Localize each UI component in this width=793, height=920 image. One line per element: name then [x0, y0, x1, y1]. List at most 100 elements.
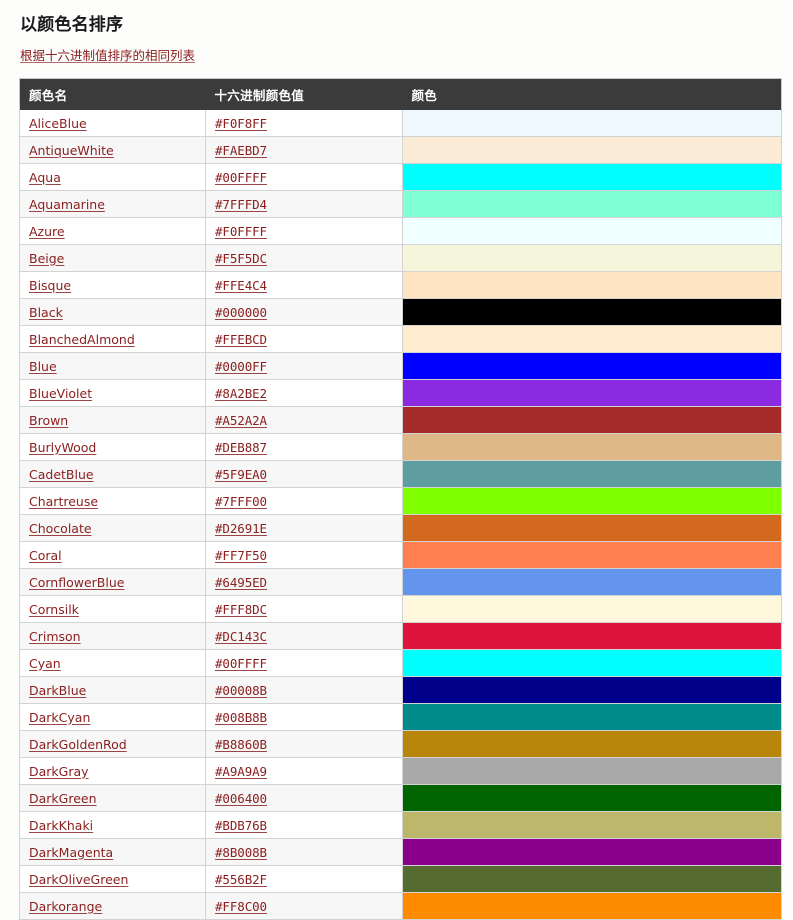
table-row: DarkKhaki #BDB76B	[19, 811, 782, 839]
hex-value-link[interactable]: #7FFFD4	[215, 197, 267, 212]
hex-value-link[interactable]: #FAEBD7	[215, 143, 267, 158]
hex-value-link[interactable]: #BDB76B	[215, 818, 267, 833]
cell-color-swatch	[402, 730, 782, 758]
hex-value-link[interactable]: #DC143C	[215, 629, 267, 644]
color-name-link[interactable]: Chartreuse	[29, 494, 98, 509]
color-swatch	[403, 245, 781, 271]
table-row: DarkGray #A9A9A9	[19, 757, 782, 785]
cell-color-name: CornflowerBlue	[19, 568, 206, 596]
cell-color-swatch	[402, 838, 782, 866]
color-name-link[interactable]: BlanchedAlmond	[29, 332, 135, 347]
cell-hex-value: #00008B	[205, 676, 403, 704]
color-table-container: 颜色名 十六进制颜色值 颜色 AliceBlue #F0F8FF AntiqueWh…	[12, 78, 782, 920]
color-name-link[interactable]: BurlyWood	[29, 440, 96, 455]
hex-value-link[interactable]: #DEB887	[215, 440, 267, 455]
color-swatch	[403, 569, 781, 595]
color-name-link[interactable]: DarkMagenta	[29, 845, 113, 860]
hex-value-link[interactable]: #FF7F50	[215, 548, 267, 563]
table-row: DarkOliveGreen #556B2F	[19, 865, 782, 893]
color-name-link[interactable]: Cyan	[29, 656, 61, 671]
color-name-link[interactable]: Coral	[29, 548, 62, 563]
hex-value-link[interactable]: #8A2BE2	[215, 386, 267, 401]
color-name-link[interactable]: Cornsilk	[29, 602, 79, 617]
color-swatch	[403, 785, 781, 811]
cell-color-name: Chartreuse	[19, 487, 206, 515]
hex-value-link[interactable]: #008B8B	[215, 710, 267, 725]
color-name-link[interactable]: Darkorange	[29, 899, 102, 914]
table-row: Black #000000	[19, 298, 782, 326]
hex-value-link[interactable]: #7FFF00	[215, 494, 267, 509]
hex-value-link[interactable]: #D2691E	[215, 521, 267, 536]
color-name-link[interactable]: DarkBlue	[29, 683, 86, 698]
color-name-link[interactable]: AntiqueWhite	[29, 143, 114, 158]
cell-color-name: DarkMagenta	[19, 838, 206, 866]
color-name-link[interactable]: DarkGray	[29, 764, 89, 779]
hex-value-link[interactable]: #FF8C00	[215, 899, 267, 914]
hex-value-link[interactable]: #B8860B	[215, 737, 267, 752]
hex-value-link[interactable]: #A9A9A9	[215, 764, 267, 779]
table-row: AntiqueWhite #FAEBD7	[19, 136, 782, 164]
hex-value-link[interactable]: #F0FFFF	[215, 224, 267, 239]
table-row: Chartreuse #7FFF00	[19, 487, 782, 515]
cell-hex-value: #000000	[205, 298, 403, 326]
table-row: DarkMagenta #8B008B	[19, 838, 782, 866]
cell-color-name: Cornsilk	[19, 595, 206, 623]
hex-value-link[interactable]: #006400	[215, 791, 267, 806]
color-name-link[interactable]: BlueViolet	[29, 386, 92, 401]
hex-value-link[interactable]: #5F9EA0	[215, 467, 267, 482]
color-name-link[interactable]: Blue	[29, 359, 57, 374]
color-swatch	[403, 326, 781, 352]
color-name-link[interactable]: DarkGoldenRod	[29, 737, 127, 752]
color-name-link[interactable]: Aqua	[29, 170, 61, 185]
hex-value-link[interactable]: #8B008B	[215, 845, 267, 860]
color-name-link[interactable]: Beige	[29, 251, 64, 266]
color-name-link[interactable]: Aquamarine	[29, 197, 105, 212]
cell-color-swatch	[402, 433, 782, 461]
cell-color-swatch	[402, 757, 782, 785]
hex-value-link[interactable]: #A52A2A	[215, 413, 267, 428]
hex-value-link[interactable]: #F0F8FF	[215, 116, 267, 131]
color-name-link[interactable]: DarkCyan	[29, 710, 90, 725]
table-row: Aqua #00FFFF	[19, 163, 782, 191]
color-name-link[interactable]: CornflowerBlue	[29, 575, 124, 590]
color-name-link[interactable]: Chocolate	[29, 521, 92, 536]
table-row: Bisque #FFE4C4	[19, 271, 782, 299]
color-name-link[interactable]: DarkGreen	[29, 791, 97, 806]
hex-value-link[interactable]: #6495ED	[215, 575, 267, 590]
hex-value-link[interactable]: #556B2F	[215, 872, 267, 887]
color-swatch	[403, 623, 781, 649]
hex-value-link[interactable]: #F5F5DC	[215, 251, 267, 266]
color-name-link[interactable]: DarkKhaki	[29, 818, 93, 833]
cell-hex-value: #FF7F50	[205, 541, 403, 569]
hex-value-link[interactable]: #00FFFF	[215, 170, 267, 185]
hex-value-link[interactable]: #00008B	[215, 683, 267, 698]
color-name-link[interactable]: CadetBlue	[29, 467, 94, 482]
hex-value-link[interactable]: #FFEBCD	[215, 332, 267, 347]
cell-color-swatch	[402, 622, 782, 650]
cell-color-swatch	[402, 514, 782, 542]
color-name-link[interactable]: DarkOliveGreen	[29, 872, 128, 887]
table-row: Blue #0000FF	[19, 352, 782, 380]
cell-hex-value: #8B008B	[205, 838, 403, 866]
hex-value-link[interactable]: #00FFFF	[215, 656, 267, 671]
table-row: DarkGreen #006400	[19, 784, 782, 812]
table-row: Coral #FF7F50	[19, 541, 782, 569]
sort-by-hex-link[interactable]: 根据十六进制值排序的相同列表	[20, 48, 195, 63]
hex-value-link[interactable]: #0000FF	[215, 359, 267, 374]
cell-color-name: AliceBlue	[19, 110, 206, 137]
cell-color-name: Beige	[19, 244, 206, 272]
color-name-link[interactable]: AliceBlue	[29, 116, 87, 131]
color-name-link[interactable]: Bisque	[29, 278, 71, 293]
color-name-link[interactable]: Crimson	[29, 629, 81, 644]
color-name-link[interactable]: Azure	[29, 224, 65, 239]
cell-hex-value: #00FFFF	[205, 649, 403, 677]
hex-value-link[interactable]: #000000	[215, 305, 267, 320]
hex-value-link[interactable]: #FFE4C4	[215, 278, 267, 293]
cell-color-name: Coral	[19, 541, 206, 569]
color-swatch	[403, 812, 781, 838]
color-name-link[interactable]: Brown	[29, 413, 68, 428]
hex-value-link[interactable]: #FFF8DC	[215, 602, 267, 617]
cell-hex-value: #DEB887	[205, 433, 403, 461]
color-name-link[interactable]: Black	[29, 305, 63, 320]
cell-color-name: Blue	[19, 352, 206, 380]
